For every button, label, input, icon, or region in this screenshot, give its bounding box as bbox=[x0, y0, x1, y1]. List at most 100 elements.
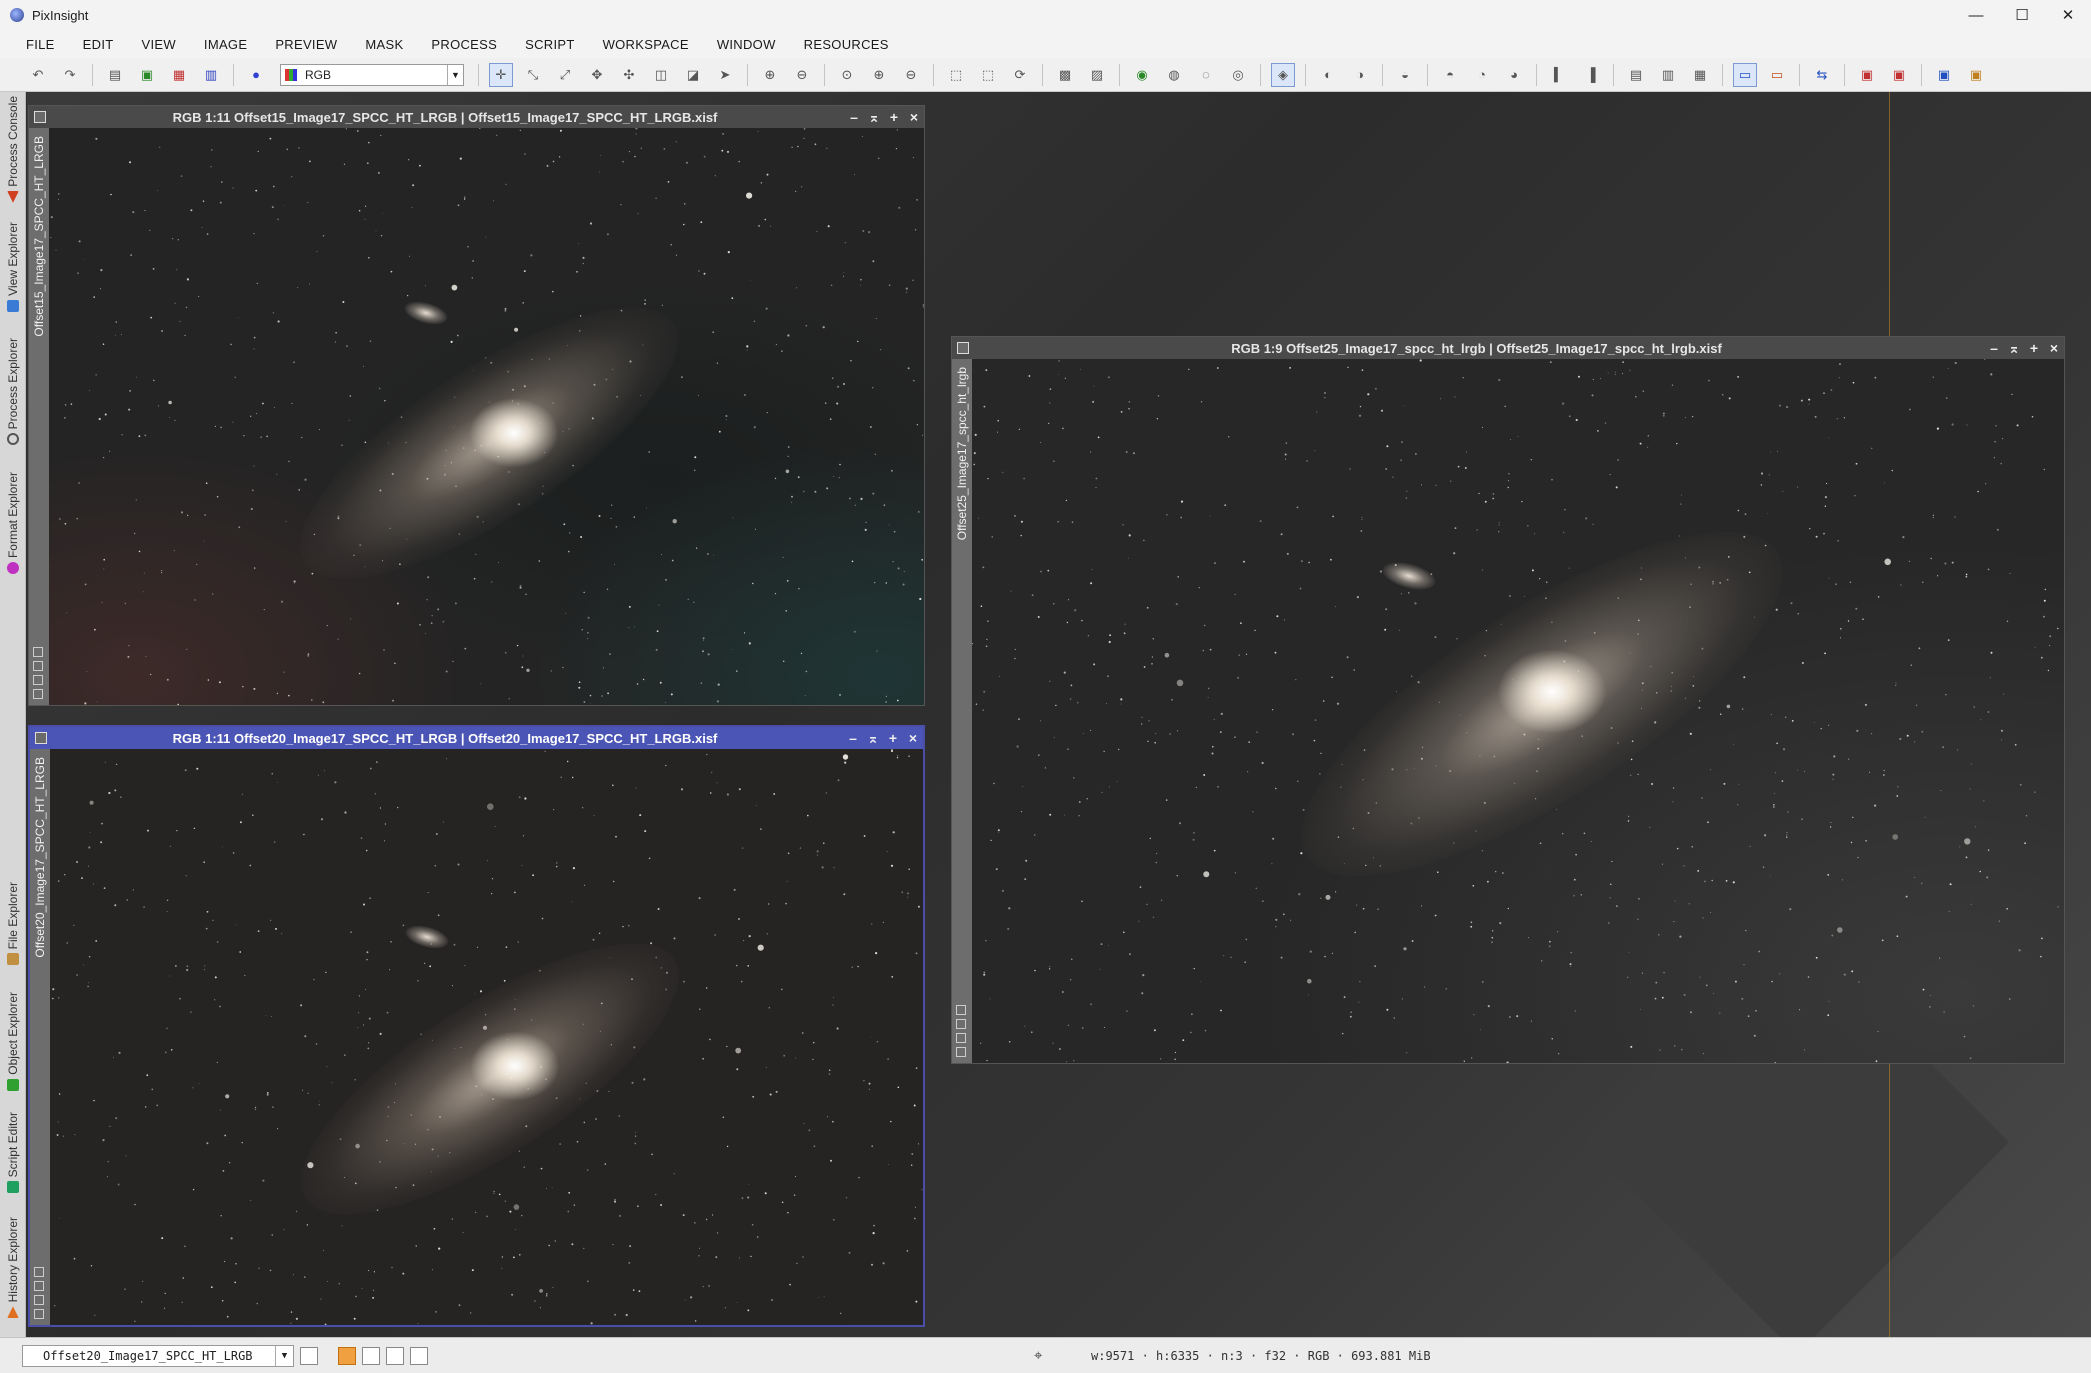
workspace-icon-2[interactable]: ▣ bbox=[1855, 63, 1879, 87]
menu-edit[interactable]: EDIT bbox=[69, 37, 128, 52]
stf-edit-icon[interactable]: ◎ bbox=[1226, 63, 1250, 87]
stf-link-icon[interactable]: ◍ bbox=[1162, 63, 1186, 87]
window-menu-icon[interactable] bbox=[34, 111, 46, 123]
image-window-title-bar[interactable]: RGB 1:11 Offset20_Image17_SPCC_HT_LRGB |… bbox=[30, 727, 923, 749]
color-mode-light-icon[interactable] bbox=[410, 1346, 428, 1365]
save-image-icon[interactable]: ▦ bbox=[167, 63, 191, 87]
menu-window[interactable]: WINDOW bbox=[703, 37, 790, 52]
display-mode-icon[interactable]: ◈ bbox=[1271, 62, 1295, 87]
view-side-icon[interactable] bbox=[34, 1281, 44, 1291]
stf-auto-icon[interactable]: ◉ bbox=[1130, 63, 1154, 87]
side-tab-file-explorer[interactable]: File Explorer bbox=[0, 882, 26, 966]
minimize-button[interactable]: — bbox=[1953, 0, 1999, 30]
zoom-1-1-icon[interactable]: ⊙ bbox=[835, 63, 859, 87]
view-side-icon[interactable] bbox=[956, 1005, 966, 1015]
mask-invert-icon[interactable]: ▨ bbox=[1085, 63, 1109, 87]
zoom-fit-width-icon[interactable]: ⤢ bbox=[553, 63, 577, 87]
edit-preview-icon[interactable]: ◪ bbox=[681, 63, 705, 87]
window-close-icon[interactable]: × bbox=[903, 730, 923, 746]
side-tab-process-console[interactable]: Process Console bbox=[0, 96, 26, 203]
close-button[interactable]: ✕ bbox=[2045, 0, 2091, 30]
menu-process[interactable]: PROCESS bbox=[417, 37, 511, 52]
mask-show-icon[interactable]: ▩ bbox=[1053, 63, 1077, 87]
image-properties-icon[interactable]: ▥ bbox=[199, 63, 223, 87]
view-side-icon[interactable] bbox=[956, 1047, 966, 1057]
color-mode-gray-icon[interactable] bbox=[386, 1346, 404, 1365]
process-icon-3[interactable]: ◒ bbox=[1393, 63, 1417, 87]
layout-icon-3[interactable]: ▦ bbox=[1688, 63, 1712, 87]
image-canvas[interactable] bbox=[972, 359, 2064, 1063]
redo-icon[interactable]: ↷ bbox=[58, 63, 82, 87]
refresh-view-icon[interactable]: ⟳ bbox=[1008, 63, 1032, 87]
image-window-title-bar[interactable]: RGB 1:11 Offset15_Image17_SPCC_HT_LRGB |… bbox=[29, 106, 924, 128]
menu-view[interactable]: VIEW bbox=[127, 37, 189, 52]
menu-mask[interactable]: MASK bbox=[351, 37, 417, 52]
readout-mode-icon[interactable]: ✛ bbox=[489, 62, 513, 87]
fit-preview-icon[interactable]: ⬚ bbox=[976, 63, 1000, 87]
process-icon-6[interactable]: ◕ bbox=[1502, 63, 1526, 87]
panel-right-icon[interactable]: ▐ bbox=[1579, 63, 1603, 87]
move-icon[interactable]: ✣ bbox=[617, 63, 641, 87]
image-canvas[interactable] bbox=[49, 128, 924, 705]
menu-file[interactable]: FILE bbox=[12, 37, 69, 52]
layout-icon-2[interactable]: ▥ bbox=[1656, 63, 1680, 87]
workspace-icon-1[interactable]: ⇆ bbox=[1810, 63, 1834, 87]
process-icon-4[interactable]: ◓ bbox=[1438, 63, 1462, 87]
maximize-button[interactable]: ☐ bbox=[1999, 0, 2045, 30]
view-side-icon[interactable] bbox=[33, 675, 43, 685]
zoom-in-mag-icon[interactable]: ⊕ bbox=[867, 63, 891, 87]
workspace-icon-3[interactable]: ▣ bbox=[1887, 63, 1911, 87]
process-icon-5[interactable]: ◔ bbox=[1470, 63, 1494, 87]
view-identifier-tab[interactable]: Offset20_Image17_SPCC_HT_LRGB bbox=[33, 757, 47, 958]
menu-preview[interactable]: PREVIEW bbox=[261, 37, 351, 52]
open-image-icon[interactable]: ▣ bbox=[135, 63, 159, 87]
pan-mode-icon[interactable]: ✥ bbox=[585, 63, 609, 87]
view-side-icon[interactable] bbox=[34, 1309, 44, 1319]
view-side-icon[interactable] bbox=[33, 647, 43, 657]
view-side-icon[interactable] bbox=[34, 1295, 44, 1305]
side-tab-format-explorer[interactable]: Format Explorer bbox=[0, 472, 26, 575]
zoom-out-icon[interactable]: ⊖ bbox=[790, 63, 814, 87]
window-shade-icon[interactable]: ⌅ bbox=[864, 109, 884, 126]
view-side-icon[interactable] bbox=[34, 1267, 44, 1277]
image-window-offset25[interactable]: RGB 1:9 Offset25_Image17_spcc_ht_lrgb | … bbox=[951, 336, 2065, 1064]
window-close-icon[interactable]: × bbox=[2044, 340, 2064, 356]
window-maximize-icon[interactable]: + bbox=[884, 109, 904, 125]
monitor-icon[interactable]: ▭ bbox=[1733, 62, 1757, 87]
side-tab-history-explorer[interactable]: History Explorer bbox=[0, 1217, 26, 1319]
workspace-icon-5[interactable]: ▣ bbox=[1964, 63, 1988, 87]
window-maximize-icon[interactable]: + bbox=[2024, 340, 2044, 356]
process-icon-1[interactable]: ◐ bbox=[1316, 63, 1340, 87]
workspace-icon-4[interactable]: ▣ bbox=[1932, 63, 1956, 87]
view-selector[interactable]: Offset20_Image17_SPCC_HT_LRGB ▼ bbox=[22, 1344, 294, 1367]
menu-resources[interactable]: RESOURCES bbox=[790, 37, 903, 52]
undo-icon[interactable]: ↶ bbox=[26, 63, 50, 87]
window-minimize-icon[interactable]: – bbox=[1984, 340, 2004, 356]
window-menu-icon[interactable] bbox=[35, 732, 47, 744]
fit-view-icon[interactable]: ⬚ bbox=[944, 63, 968, 87]
view-identifier-tab[interactable]: Offset25_Image17_spcc_ht_lrgb bbox=[955, 367, 969, 540]
window-shade-icon[interactable]: ⌅ bbox=[2004, 340, 2024, 357]
screen-icon[interactable]: ▭ bbox=[1765, 63, 1789, 87]
view-side-icon[interactable] bbox=[956, 1019, 966, 1029]
view-identifier-tab[interactable]: Offset15_Image17_SPCC_HT_LRGB bbox=[32, 136, 46, 337]
process-icon-2[interactable]: ◑ bbox=[1348, 63, 1372, 87]
window-maximize-icon[interactable]: + bbox=[883, 730, 903, 746]
view-side-icon[interactable] bbox=[956, 1033, 966, 1043]
view-toggle-icon[interactable] bbox=[300, 1346, 318, 1365]
side-tab-view-explorer[interactable]: View Explorer bbox=[0, 222, 26, 312]
image-canvas[interactable] bbox=[50, 749, 923, 1325]
image-window-offset20[interactable]: RGB 1:11 Offset20_Image17_SPCC_HT_LRGB |… bbox=[28, 725, 925, 1327]
window-menu-icon[interactable] bbox=[957, 342, 969, 354]
view-side-icon[interactable] bbox=[33, 689, 43, 699]
menu-image[interactable]: IMAGE bbox=[190, 37, 261, 52]
new-preview-icon[interactable]: ◫ bbox=[649, 63, 673, 87]
image-window-offset15[interactable]: RGB 1:11 Offset15_Image17_SPCC_HT_LRGB |… bbox=[28, 105, 925, 706]
side-tab-object-explorer[interactable]: Object Explorer bbox=[0, 992, 26, 1091]
view-side-icon[interactable] bbox=[33, 661, 43, 671]
panel-left-icon[interactable]: ▍ bbox=[1547, 63, 1571, 87]
zoom-out-mag-icon[interactable]: ⊖ bbox=[899, 63, 923, 87]
color-mode-orange-icon[interactable] bbox=[338, 1346, 356, 1365]
workspace[interactable]: RGB 1:11 Offset15_Image17_SPCC_HT_LRGB |… bbox=[27, 92, 2091, 1337]
stf-reset-icon[interactable]: ◌ bbox=[1194, 63, 1218, 87]
